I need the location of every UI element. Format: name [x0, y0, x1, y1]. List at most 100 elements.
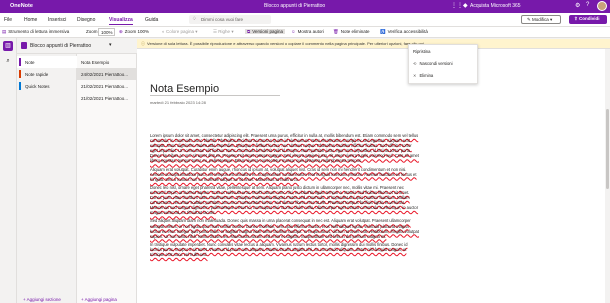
rules-label: Righe — [218, 29, 231, 34]
zoom-value: 100% — [101, 30, 113, 35]
notebooks-icon[interactable]: ▥ — [3, 41, 13, 51]
menu-guida[interactable]: Guida — [145, 17, 158, 23]
section-color-bar — [19, 70, 21, 78]
section-item-note-rapide[interactable]: Note rapide — [17, 68, 77, 80]
page-label: 24/02/2021 Pierrattoo... — [81, 72, 129, 77]
purchase-link[interactable]: Acquista Microsoft 365 — [470, 3, 521, 9]
page-color-label: Colore pagina — [165, 29, 194, 34]
trash-icon: 🗑 — [333, 29, 339, 34]
page-item[interactable]: 21/02/2021 Pierrattoo... — [77, 80, 137, 92]
menu-item-label: Nascondi versioni — [419, 61, 453, 66]
vertical-scrollbar[interactable] — [605, 49, 610, 303]
title-underline — [150, 95, 280, 96]
section-item-note[interactable]: Note — [17, 56, 77, 68]
notebook-header[interactable]: Blocco appunti di Pierrattoo ▾ — [17, 38, 137, 54]
paragraph: Aliquam erat volutpat. Curabitur enim au… — [150, 166, 417, 182]
search-icon[interactable]: ⌕ — [3, 56, 13, 66]
share-button[interactable]: ⇪ Condividi — [569, 15, 607, 24]
add-page-label: Aggiungi pagina — [84, 297, 117, 302]
deleted-notes-button[interactable]: 🗑 Note eliminate — [333, 29, 369, 35]
page-item[interactable]: 21/02/2021 Pierrattoo... — [77, 92, 137, 104]
close-icon: ✕ — [413, 73, 417, 78]
section-item-quick-notes[interactable]: Quick Notes — [17, 80, 77, 92]
menu-file[interactable]: File — [4, 17, 12, 23]
paragraph: In tristique vulputate imperdiet. Nunc c… — [150, 241, 408, 257]
ribbon: ▤ Strumento di lettura immersiva Zoom 100… — [0, 27, 610, 38]
page-body[interactable]: Lorem ipsum dolor sit amet, consectetur … — [150, 133, 420, 260]
menu-home[interactable]: Home — [24, 17, 37, 23]
versions-icon: ⧉ — [247, 29, 251, 34]
menu-item-label: Ripristina — [413, 49, 431, 54]
menu-visualizza[interactable]: Visualizza — [109, 17, 133, 25]
menu-item-label: Elimina — [419, 73, 434, 78]
left-rail: ▥ ⌕ — [0, 38, 17, 303]
section-color-bar — [19, 82, 21, 90]
add-page-button[interactable]: + Aggiungi pagina — [81, 297, 117, 302]
app-name: OneNote — [10, 3, 33, 9]
pages-pane: Nota Esempio 24/02/2021 Pierrattoo... 21… — [77, 54, 137, 303]
show-authors-button[interactable]: ☺ Mostra autori — [291, 29, 324, 34]
section-color-bar — [19, 58, 21, 66]
paragraph: Lorem ipsum dolor sit amet, consectetur … — [150, 133, 419, 164]
page-label: 21/02/2021 Pierrattoo... — [81, 84, 129, 89]
sections-pane: Note Note rapide Quick Notes + Aggiungi … — [17, 54, 77, 303]
paragraph: Donec leo nisl, ornare eget pharetra vit… — [150, 184, 419, 216]
app-launcher-icon[interactable]: ⋮⋮ — [451, 3, 463, 9]
add-section-button[interactable]: + Aggiungi sezione — [23, 297, 61, 302]
menu-inserisci[interactable]: Inserisci — [48, 17, 66, 23]
immersive-reader-label: Strumento di lettura immersiva — [8, 29, 70, 34]
zoom-input[interactable]: 100% — [98, 28, 115, 36]
authors-icon: ☺ — [291, 29, 296, 34]
page-label: Nota Esempio — [81, 60, 110, 65]
menu-item-hide-versions[interactable]: ⟲ Nascondi versioni — [413, 61, 453, 66]
accessibility-label: Verifica accessibilità — [387, 29, 428, 34]
notebook-name: Blocco appunti di Pierrattoo — [30, 43, 92, 49]
reader-icon: ▤ — [2, 29, 7, 34]
edit-mode-button[interactable]: ✎ Modifica ▾ — [521, 15, 561, 24]
menu-disegno[interactable]: Disegno — [77, 17, 95, 23]
section-label: Note — [25, 60, 35, 65]
help-icon[interactable]: ? — [586, 2, 589, 8]
page-item[interactable]: 24/02/2021 Pierrattoo... — [77, 68, 137, 80]
info-icon: ⓘ — [141, 41, 145, 46]
history-icon: ⟲ — [413, 61, 417, 66]
zoom-100-label: Zoom 100% — [124, 29, 150, 34]
page-color-button[interactable]: ◐ Colore pagina ▾ — [162, 29, 198, 35]
page-versions-label: Versioni pagina — [252, 29, 283, 34]
page-versions-button[interactable]: ⧉ Versioni pagina — [245, 29, 285, 34]
diamond-icon: ◆ — [463, 3, 468, 9]
page-label: 21/02/2021 Pierrattoo... — [81, 96, 129, 101]
avatar[interactable] — [597, 1, 607, 11]
menu-item-restore[interactable]: Ripristina — [413, 49, 430, 54]
page-date: martedì 21 febbraio 2023 14:28 — [150, 100, 206, 105]
add-section-label: Aggiungi sezione — [26, 297, 61, 302]
zoom-label: Zoom — [86, 29, 98, 34]
section-label: Quick Notes — [25, 84, 50, 89]
notebook-icon — [21, 42, 27, 49]
lightbulb-icon: ♢ — [192, 16, 197, 22]
search-placeholder: Dimmi cosa vuoi fare — [201, 17, 244, 22]
accessibility-icon: ♿ — [380, 29, 386, 34]
section-label: Note rapide — [25, 72, 49, 77]
version-context-menu: Ripristina ⟲ Nascondi versioni ✕ Elimina — [408, 44, 478, 84]
immersive-reader-button[interactable]: ▤ Strumento di lettura immersiva — [2, 29, 69, 35]
menu-item-delete[interactable]: ✕ Elimina — [413, 73, 433, 78]
share-label: Condividi — [579, 16, 600, 21]
notice-text: Versione di sola lettura. È possibile ri… — [147, 41, 425, 46]
scrollbar-thumb[interactable] — [606, 109, 609, 189]
title-bar: ⋮⋮ OneNote Blocco appunti di Pierrattoo … — [0, 0, 610, 13]
page-canvas[interactable]: Nota Esempio martedì 21 febbraio 2023 14… — [137, 49, 610, 303]
deleted-notes-label: Note eliminate — [340, 29, 370, 34]
page-title[interactable]: Nota Esempio — [150, 83, 219, 95]
rules-button[interactable]: ☰ Righe ▾ — [213, 29, 234, 35]
readonly-notice: ⓘ Versione di sola lettura. È possibile r… — [137, 39, 610, 49]
chevron-down-icon: ▾ — [109, 42, 112, 48]
search-box[interactable]: ♢ Dimmi cosa vuoi fare — [189, 15, 271, 24]
accessibility-button[interactable]: ♿ Verifica accessibilità — [380, 29, 428, 35]
gear-icon[interactable]: ⚙ — [575, 2, 580, 9]
zoom-100-button[interactable]: ⊕ Zoom 100% — [119, 29, 149, 35]
page-item[interactable]: Nota Esempio — [77, 56, 137, 68]
document-title[interactable]: Blocco appunti di Pierrattoo — [264, 3, 325, 9]
edit-mode-label: Modifica — [532, 17, 549, 22]
show-authors-label: Mostra autori — [297, 29, 324, 34]
